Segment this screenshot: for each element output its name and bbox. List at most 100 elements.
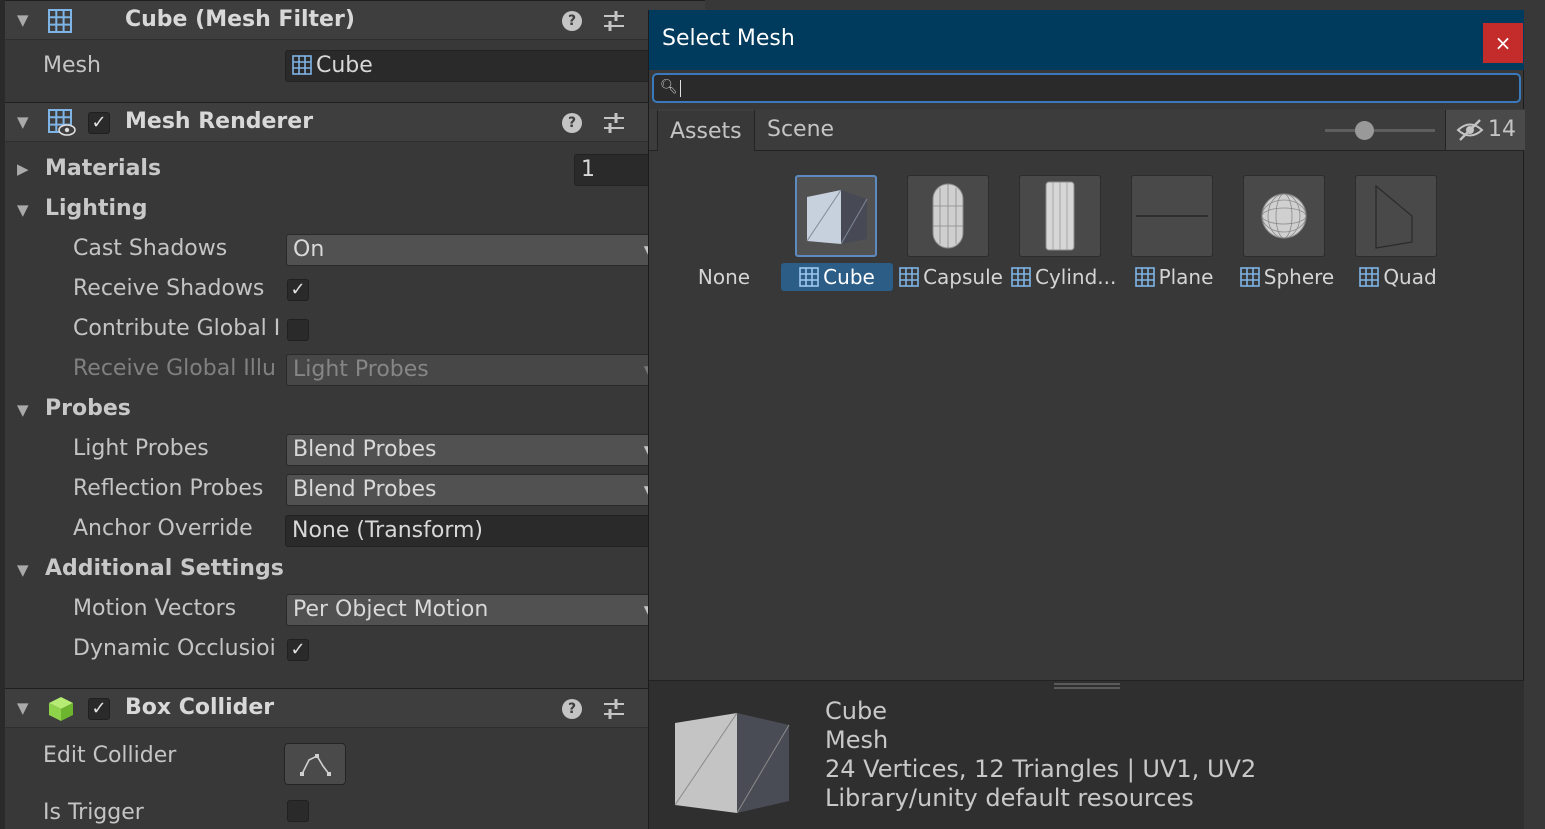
cylinder-preview-tile[interactable]: [1019, 175, 1101, 257]
probes-foldout[interactable]: Probes: [45, 396, 131, 421]
item-none[interactable]: None: [693, 263, 755, 291]
box-collider-icon: [49, 697, 73, 721]
text-caret: [680, 80, 681, 97]
title-bar[interactable]: Select Mesh ×: [649, 10, 1524, 70]
cast-shadows-label: Cast Shadows: [73, 236, 228, 261]
foldout-expanded-icon[interactable]: ▼: [17, 561, 29, 579]
edit-collider-button[interactable]: [284, 743, 346, 785]
quad-preview-tile[interactable]: [1355, 175, 1437, 257]
cube-preview-tile[interactable]: [795, 175, 877, 257]
mesh-filter-header[interactable]: ▼ Cube (Mesh Filter) ?: [5, 0, 705, 40]
foldout-expanded-icon[interactable]: ▼: [17, 11, 29, 29]
quad-preview-icon: [1375, 184, 1413, 249]
mesh-filter-icon: [48, 9, 72, 33]
item-quad[interactable]: Quad: [1355, 263, 1441, 291]
foldout-expanded-icon[interactable]: ▼: [17, 201, 29, 219]
capsule-preview-tile[interactable]: [907, 175, 989, 257]
mesh-icon: [1239, 267, 1260, 287]
light-probes-dropdown[interactable]: Blend Probes ▼: [286, 434, 656, 466]
item-capsule[interactable]: Capsule: [899, 263, 1003, 291]
mesh-icon: [799, 267, 819, 287]
preset-settings-icon[interactable]: [602, 698, 626, 720]
contribute-gi-label: Contribute Global I: [73, 316, 281, 341]
item-capsule-label: Capsule: [923, 265, 1003, 289]
item-cylinder[interactable]: Cylind...: [1011, 263, 1117, 291]
dynamic-occlusion-checkbox[interactable]: ✓: [287, 639, 309, 661]
mesh-renderer-enabled-checkbox[interactable]: ✓: [88, 112, 110, 134]
motion-vectors-dropdown[interactable]: Per Object Motion ▼: [286, 594, 656, 626]
anchor-override-label: Anchor Override: [73, 516, 253, 541]
mesh-object-field[interactable]: Cube: [285, 50, 655, 82]
lighting-foldout[interactable]: Lighting: [45, 196, 147, 221]
box-collider-enabled-checkbox[interactable]: ✓: [88, 698, 110, 720]
plane-preview-tile[interactable]: [1131, 175, 1213, 257]
foldout-collapsed-icon[interactable]: ▶: [17, 160, 29, 178]
item-sphere[interactable]: Sphere: [1237, 263, 1337, 291]
cast-shadows-value: On: [293, 237, 325, 262]
hidden-count: 14: [1488, 117, 1516, 142]
anchor-override-value: None (Transform): [292, 518, 483, 543]
receive-gi-dropdown: Light Probes ▼: [286, 354, 656, 386]
capsule-preview-icon: [932, 183, 964, 249]
reflection-probes-dropdown[interactable]: Blend Probes ▼: [286, 474, 656, 506]
foldout-expanded-icon[interactable]: ▼: [17, 113, 29, 131]
cube-preview-icon: [806, 189, 868, 245]
foldout-expanded-icon[interactable]: ▼: [17, 401, 29, 419]
foldout-expanded-icon[interactable]: ▼: [17, 699, 29, 717]
reflection-probes-value: Blend Probes: [293, 477, 437, 502]
materials-foldout[interactable]: Materials: [45, 156, 161, 181]
help-icon[interactable]: ?: [562, 11, 582, 31]
cast-shadows-dropdown[interactable]: On ▼: [286, 234, 656, 266]
light-probes-label: Light Probes: [73, 436, 209, 461]
box-collider-header[interactable]: ▼ ✓ Box Collider ?: [5, 688, 705, 728]
additional-settings-foldout[interactable]: Additional Settings: [45, 556, 284, 581]
help-icon[interactable]: ?: [562, 113, 582, 133]
mesh-renderer-header[interactable]: ▼ ✓ Mesh Renderer ?: [5, 102, 705, 142]
select-mesh-window[interactable]: Select Mesh × 🔍︎ Assets Scene 14 None Cu…: [648, 10, 1525, 829]
preview-size-slider[interactable]: [1325, 129, 1435, 132]
search-input[interactable]: 🔍︎: [652, 73, 1521, 103]
receive-shadows-label: Receive Shadows: [73, 276, 265, 301]
edit-collider-icon: [300, 754, 331, 776]
item-cylinder-label: Cylind...: [1035, 265, 1117, 289]
mesh-renderer-title: Mesh Renderer: [125, 109, 314, 134]
inspector-panel: ▼ Cube (Mesh Filter) ? Mesh Cube ▼ ✓ Mes…: [0, 0, 705, 829]
item-cube[interactable]: Cube: [781, 263, 893, 291]
is-trigger-label: Is Trigger: [43, 800, 144, 825]
window-title: Select Mesh: [662, 26, 795, 51]
hidden-packages-toggle[interactable]: 14: [1445, 110, 1525, 150]
slider-thumb[interactable]: [1355, 121, 1374, 140]
mesh-icon: [1011, 267, 1031, 287]
item-cube-label: Cube: [823, 265, 875, 289]
mesh-value: Cube: [316, 53, 373, 78]
tab-assets[interactable]: Assets: [657, 109, 755, 151]
preview-type: Mesh: [825, 726, 889, 754]
preset-settings-icon[interactable]: [602, 112, 626, 134]
item-plane[interactable]: Plane: [1129, 263, 1219, 291]
light-probes-value: Blend Probes: [293, 437, 437, 462]
close-button[interactable]: ×: [1483, 23, 1523, 63]
dynamic-occlusion-label: Dynamic Occlusioi: [73, 636, 276, 661]
box-collider-title: Box Collider: [125, 695, 275, 720]
help-icon[interactable]: ?: [562, 699, 582, 719]
preview-name: Cube: [825, 697, 887, 725]
motion-vectors-label: Motion Vectors: [73, 596, 237, 621]
cylinder-preview-icon: [1045, 181, 1075, 251]
tab-scene[interactable]: Scene: [755, 109, 846, 151]
anchor-override-field[interactable]: None (Transform): [285, 515, 655, 547]
search-icon: 🔍︎: [660, 79, 678, 95]
sphere-preview-tile[interactable]: [1243, 175, 1325, 257]
motion-vectors-value: Per Object Motion: [293, 597, 489, 622]
preset-settings-icon[interactable]: [602, 10, 626, 32]
receive-shadows-checkbox[interactable]: ✓: [287, 279, 309, 301]
mesh-renderer-icon: [48, 109, 76, 136]
is-trigger-checkbox[interactable]: [287, 800, 309, 822]
receive-gi-label: Receive Global Illu: [73, 356, 276, 381]
contribute-gi-checkbox[interactable]: [287, 319, 309, 341]
resize-grip[interactable]: [1054, 683, 1120, 689]
item-plane-label: Plane: [1158, 265, 1214, 289]
mesh-icon: [1134, 267, 1155, 287]
preview-path: Library/unity default resources: [825, 784, 1194, 812]
sphere-preview-icon: [1261, 193, 1307, 239]
mesh-filter-title: Cube (Mesh Filter): [125, 7, 355, 32]
